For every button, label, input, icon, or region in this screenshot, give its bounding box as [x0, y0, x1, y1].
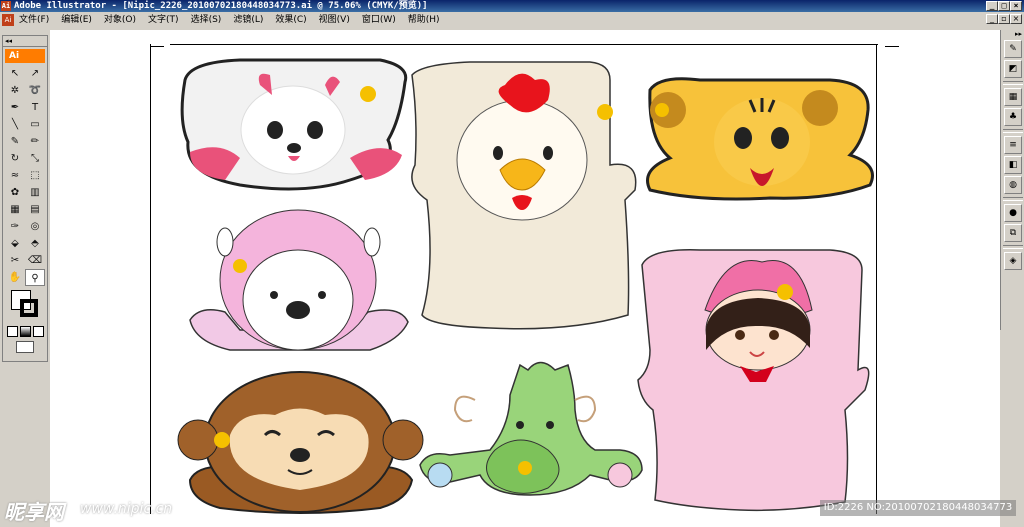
tool-grid: ↖ ↗ ✲ ➰ ✒ T ╲ ▭ ✎ ✏ ↻ ⤡ ≈ ⬚ ✿ ▥ ▦ ▤ ✑ ◎ ⬙ ⬘ ✂ ⌫ ✋ ⚲	[3, 63, 47, 286]
lasso-tool[interactable]: ➰	[25, 82, 45, 99]
menu-effect[interactable]: 效果(C)	[274, 13, 307, 27]
blend-tool[interactable]: ◎	[25, 218, 45, 235]
watermark-id: ID:2226 NO:20100702180448034773	[820, 500, 1016, 516]
gradient-tool[interactable]: ▤	[25, 201, 45, 218]
tools-panel-grip[interactable]: ◂◂	[3, 36, 47, 47]
menu-type[interactable]: 文字(T)	[147, 13, 180, 27]
app-icon: Ai	[1, 1, 11, 11]
panel-separator	[1003, 245, 1023, 249]
gradient-button[interactable]	[20, 326, 31, 337]
screen-mode-button[interactable]	[16, 341, 34, 353]
direct-selection-tool[interactable]: ↗	[25, 65, 45, 82]
panel-collapse-icon[interactable]: ▸▸	[1001, 30, 1024, 38]
doc-minimize-button[interactable]: _	[986, 14, 998, 24]
minimize-button[interactable]: _	[986, 1, 998, 11]
watermark-url: www.nipic.cn	[80, 501, 173, 517]
live-paint-tool[interactable]: ⬙	[5, 235, 25, 252]
window-titlebar: Ai Adobe Illustrator - [Nipic_2226_20100…	[0, 0, 1024, 12]
eyedropper-tool[interactable]: ✑	[5, 218, 25, 235]
gradient-panel-icon[interactable]: ◩	[1004, 60, 1022, 78]
free-transform-tool[interactable]: ⬚	[25, 167, 45, 184]
color-button[interactable]	[7, 326, 18, 337]
color-mode-buttons	[3, 326, 47, 337]
mesh-tool[interactable]: ▦	[5, 201, 25, 218]
scale-tool[interactable]: ⤡	[25, 150, 45, 167]
sheep-puppet-illustration[interactable]	[189, 209, 409, 351]
stroke-panel-icon[interactable]: ≡	[1004, 136, 1022, 154]
menu-items: 文件(F) 编辑(E) 对象(O) 文字(T) 选择(S) 滤镜(L) 效果(C…	[18, 13, 441, 27]
menu-edit[interactable]: 编辑(E)	[60, 13, 93, 27]
puppy-puppet-illustration[interactable]	[180, 58, 408, 191]
document-canvas[interactable]	[50, 30, 1000, 527]
color-panel-icon[interactable]: ●	[1004, 204, 1022, 222]
paintbrush-tool[interactable]: ✎	[5, 133, 25, 150]
watermark-logo: 昵享网	[4, 500, 64, 524]
rotate-tool[interactable]: ↻	[5, 150, 25, 167]
layers-panel-icon[interactable]: ◈	[1004, 252, 1022, 270]
appearance-panel-icon[interactable]: ◍	[1004, 176, 1022, 194]
menu-filter[interactable]: 滤镜(L)	[232, 13, 264, 27]
swatches-panel-icon[interactable]: ▦	[1004, 88, 1022, 106]
menu-file[interactable]: 文件(F)	[18, 13, 50, 27]
stroke-swatch[interactable]	[20, 299, 38, 317]
symbols-panel-icon[interactable]: ♣	[1004, 108, 1022, 126]
chick-puppet-illustration[interactable]	[411, 61, 637, 330]
document-icon[interactable]: Ai	[2, 14, 14, 26]
monkey-puppet-illustration[interactable]	[177, 371, 424, 514]
hand-tool[interactable]: ✋	[5, 269, 25, 286]
ai-logo: Ai	[5, 49, 45, 63]
fill-stroke-swatches	[3, 286, 47, 326]
doc-restore-button[interactable]: ▫	[998, 14, 1010, 24]
menu-help[interactable]: 帮助(H)	[407, 13, 441, 27]
transparency-panel-icon[interactable]: ◧	[1004, 156, 1022, 174]
menu-select[interactable]: 选择(S)	[190, 13, 223, 27]
pen-tool[interactable]: ✒	[5, 99, 25, 116]
none-button[interactable]	[33, 326, 44, 337]
menu-window[interactable]: 窗口(W)	[361, 13, 397, 27]
artwork[interactable]	[50, 30, 1000, 527]
brushes-panel-icon[interactable]: ✎	[1004, 40, 1022, 58]
live-paint-selection-tool[interactable]: ⬘	[25, 235, 45, 252]
doc-close-button[interactable]: ×	[1010, 14, 1022, 24]
dragon-puppet-illustration[interactable]	[419, 361, 643, 496]
zoom-tool[interactable]: ⚲	[25, 269, 45, 286]
pencil-tool[interactable]: ✏	[25, 133, 45, 150]
panel-separator	[1003, 81, 1023, 85]
panel-separator	[1003, 129, 1023, 133]
girl-puppet-illustration[interactable]	[637, 249, 870, 512]
close-button[interactable]: ×	[1010, 1, 1022, 11]
slice-tool[interactable]: ✂	[5, 252, 25, 269]
align-panel-icon[interactable]: ⧉	[1004, 224, 1022, 242]
panel-separator	[1003, 197, 1023, 201]
tools-panel: ◂◂ Ai ↖ ↗ ✲ ➰ ✒ T ╲ ▭ ✎ ✏ ↻ ⤡ ≈ ⬚ ✿ ▥ ▦ ▤ ✑ ◎ ⬙ ⬘ ✂ ⌫ ✋ ⚲	[2, 35, 48, 362]
menu-bar: Ai 文件(F) 编辑(E) 对象(O) 文字(T) 选择(S) 滤镜(L) 效…	[0, 12, 1024, 29]
tiger-puppet-illustration[interactable]	[646, 77, 874, 201]
menu-view[interactable]: 视图(V)	[318, 13, 351, 27]
window-title: Adobe Illustrator - [Nipic_2226_20100702…	[14, 1, 428, 11]
magic-wand-tool[interactable]: ✲	[5, 82, 25, 99]
warp-tool[interactable]: ≈	[5, 167, 25, 184]
column-graph-tool[interactable]: ▥	[25, 184, 45, 201]
menu-object[interactable]: 对象(O)	[103, 13, 137, 27]
selection-tool[interactable]: ↖	[5, 65, 25, 82]
type-tool[interactable]: T	[25, 99, 45, 116]
eraser-tool[interactable]: ⌫	[25, 252, 45, 269]
right-panel-dock: ▸▸ ✎ ◩ ▦ ♣ ≡ ◧ ◍ ● ⧉ ◈	[1000, 30, 1024, 330]
symbol-sprayer-tool[interactable]: ✿	[5, 184, 25, 201]
line-tool[interactable]: ╲	[5, 116, 25, 133]
maximize-button[interactable]: □	[998, 1, 1010, 11]
rectangle-tool[interactable]: ▭	[25, 116, 45, 133]
